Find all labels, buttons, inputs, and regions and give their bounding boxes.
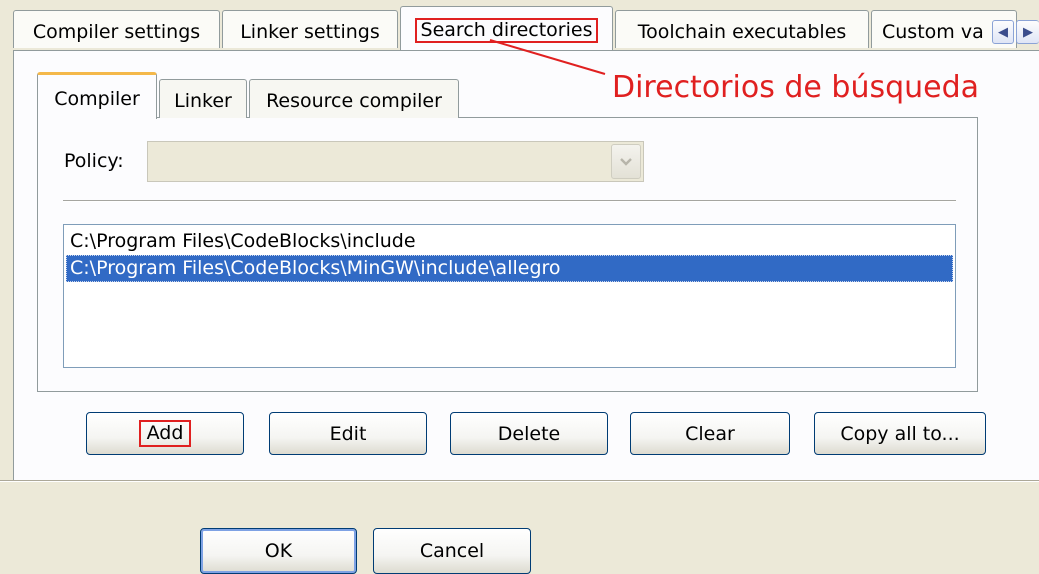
ok-button[interactable]: OK: [200, 528, 357, 574]
cancel-button[interactable]: Cancel: [373, 528, 531, 574]
edit-button[interactable]: Edit: [269, 412, 427, 455]
annotation-label: Directorios de búsqueda: [612, 70, 980, 105]
clear-button-label: Clear: [685, 422, 735, 445]
tab-resource-compiler[interactable]: Resource compiler: [249, 79, 459, 118]
tab-label: Compiler: [54, 88, 140, 110]
policy-label: Policy:: [64, 150, 124, 172]
delete-button[interactable]: Delete: [450, 412, 608, 455]
copy-all-to-button-label: Copy all to...: [840, 422, 960, 445]
delete-button-label: Delete: [497, 422, 561, 445]
add-button-label: Add: [138, 420, 192, 447]
dialog-separator: [0, 480, 1039, 482]
cancel-button-label: Cancel: [419, 540, 485, 562]
directories-list[interactable]: C:\Program Files\CodeBlocks\include C:\P…: [63, 224, 956, 368]
list-item[interactable]: C:\Program Files\CodeBlocks\include: [66, 228, 953, 255]
list-item-selected[interactable]: C:\Program Files\CodeBlocks\MinGW\includ…: [66, 255, 953, 282]
add-button[interactable]: Add: [86, 412, 244, 455]
ok-button-label: OK: [264, 540, 293, 562]
edit-button-label: Edit: [329, 422, 367, 445]
tab-label: Linker: [174, 90, 232, 112]
separator: [63, 200, 956, 202]
tab-label: Resource compiler: [266, 90, 442, 112]
copy-all-to-button[interactable]: Copy all to...: [814, 412, 986, 455]
clear-button[interactable]: Clear: [630, 412, 790, 455]
policy-dropdown-button[interactable]: [611, 144, 641, 179]
policy-select[interactable]: [147, 141, 644, 182]
tab-compiler[interactable]: Compiler: [37, 72, 157, 119]
tab-linker[interactable]: Linker: [159, 79, 247, 118]
chevron-down-icon: [620, 157, 632, 166]
